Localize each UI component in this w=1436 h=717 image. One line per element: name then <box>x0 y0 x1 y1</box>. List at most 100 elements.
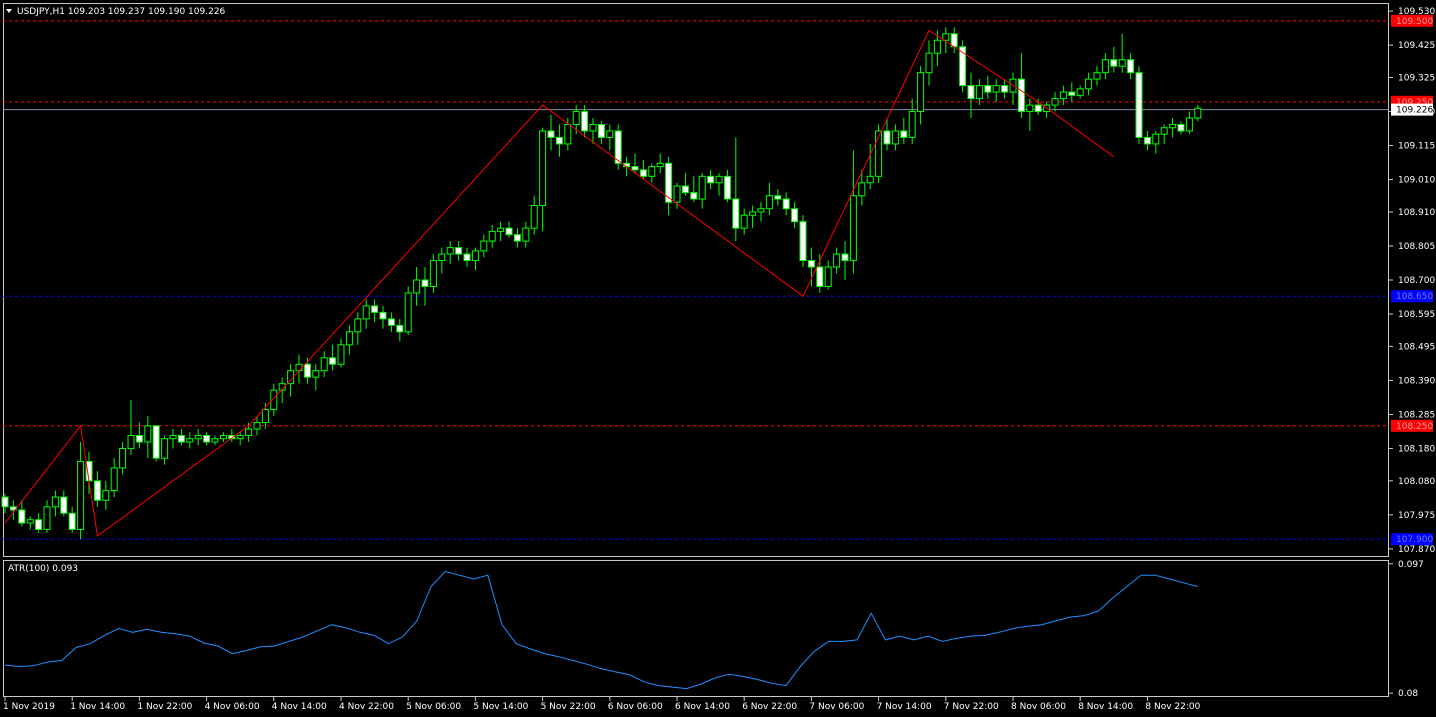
candle-bullish <box>438 253 446 262</box>
time-tick-label: 5 Nov 06:00 <box>406 702 461 712</box>
candle-bearish <box>152 425 160 459</box>
candle-bearish <box>387 318 395 326</box>
time-tick-label: 7 Nov 06:00 <box>809 702 864 712</box>
candle-bearish <box>723 175 731 200</box>
candle-bullish <box>345 331 353 346</box>
candle-bullish <box>429 260 437 287</box>
candle-bullish <box>480 240 488 252</box>
candle-bullish <box>253 422 261 430</box>
candle-bullish <box>471 250 479 262</box>
price-tick-label: 108.390 <box>1398 376 1435 386</box>
candle-bearish <box>1001 85 1009 93</box>
candle-bearish <box>18 509 26 524</box>
candle-bearish <box>774 195 782 200</box>
candle-bearish <box>1177 123 1185 132</box>
candle-bearish <box>950 33 958 48</box>
candle-bullish <box>51 496 59 508</box>
level-price-tag-label: 109.500 <box>1396 17 1433 27</box>
candle-bearish <box>303 363 311 378</box>
candle-bearish <box>177 435 185 443</box>
candle-bearish <box>984 85 992 93</box>
candle-bullish <box>337 344 345 365</box>
price-tick-label: 108.805 <box>1398 242 1435 252</box>
candle-bullish <box>43 506 51 530</box>
atr-line <box>4 570 1198 690</box>
candle-bullish <box>522 227 530 242</box>
bid-price-tag: 109.226 <box>1391 103 1433 116</box>
trading-chart[interactable]: 109.530109.425109.325109.220109.115109.0… <box>0 0 1436 717</box>
chart-menu-icon[interactable] <box>6 9 12 13</box>
candle-bullish <box>211 438 219 443</box>
candle-bearish <box>1135 72 1143 138</box>
candle-bullish <box>572 111 580 125</box>
candle-bullish <box>245 428 253 437</box>
bid-price-tag-label: 109.226 <box>1396 106 1433 116</box>
candle-bullish <box>127 435 135 449</box>
candle-bullish <box>917 72 925 113</box>
candle-bearish <box>791 208 799 223</box>
candle-bullish <box>1169 123 1177 129</box>
candle-bullish <box>1093 72 1101 80</box>
candle-bearish <box>505 227 513 236</box>
candle-bearish <box>581 111 589 132</box>
candle-bullish <box>740 214 748 229</box>
price-tick-label: 108.700 <box>1398 276 1435 286</box>
candle-bullish <box>144 425 152 443</box>
candle-bullish <box>606 130 614 138</box>
candle-bullish <box>261 409 269 424</box>
candle-bullish <box>1051 98 1059 106</box>
price-tick-label: 109.010 <box>1398 176 1435 186</box>
candle-bullish <box>942 33 950 41</box>
candle-bearish <box>1143 136 1151 145</box>
candle-bullish <box>891 130 899 145</box>
candle-bearish <box>732 198 740 229</box>
candle-bullish <box>757 208 765 213</box>
candle-bearish <box>1034 104 1042 113</box>
candle-bearish <box>329 357 337 365</box>
candle-bearish <box>35 519 43 530</box>
symbol-header: USDJPY,H1 109.203 109.237 109.190 109.22… <box>17 7 226 17</box>
time-tick-label: 6 Nov 06:00 <box>608 702 663 712</box>
time-tick-label: 5 Nov 22:00 <box>541 702 596 712</box>
level-price-tag-label: 107.900 <box>1396 535 1433 545</box>
atr-tick-label: 0.08 <box>1398 689 1418 699</box>
candle-bullish <box>765 195 773 210</box>
candle-bearish <box>547 130 555 138</box>
candle-bullish <box>1101 59 1109 74</box>
candle-bullish <box>194 435 202 440</box>
time-tick-label: 7 Nov 14:00 <box>877 702 932 712</box>
time-tick-label: 1 Nov 14:00 <box>70 702 125 712</box>
candle-bullish <box>715 175 723 184</box>
candle-bearish <box>883 130 891 145</box>
candle-bearish <box>135 435 143 443</box>
time-tick-label: 6 Nov 14:00 <box>675 702 730 712</box>
level-price-tag: 107.900 <box>1391 533 1433 546</box>
candle-bullish <box>539 130 547 206</box>
candle-bullish <box>102 490 110 501</box>
candle-bullish <box>446 247 454 255</box>
zigzag-line <box>4 29 1115 537</box>
candle-bullish <box>564 123 572 145</box>
candle-bullish <box>975 85 983 100</box>
candle-bearish <box>1 496 9 508</box>
candle-bullish <box>169 435 177 440</box>
candle-bullish <box>1160 127 1168 135</box>
candle-bearish <box>816 266 824 287</box>
price-tick-label: 108.180 <box>1398 444 1435 454</box>
candle-bullish <box>110 467 118 492</box>
candle-bullish <box>925 52 933 74</box>
candle-bearish <box>455 247 463 255</box>
candle-bullish <box>530 204 538 229</box>
level-price-tag-label: 108.650 <box>1396 292 1433 302</box>
candle-bearish <box>421 279 429 287</box>
atr-tick-label: 0.097 <box>1398 560 1424 570</box>
atr-header: ATR(100) 0.093 <box>8 564 78 574</box>
candle-bullish <box>295 363 303 372</box>
candle-bullish <box>488 230 496 242</box>
price-tick-label: 109.115 <box>1398 142 1435 152</box>
candle-bearish <box>555 136 563 145</box>
candle-bearish <box>681 185 689 194</box>
price-tick-label: 108.910 <box>1398 208 1435 218</box>
time-tick-label: 5 Nov 14:00 <box>473 702 528 712</box>
candle-bullish <box>236 435 244 440</box>
